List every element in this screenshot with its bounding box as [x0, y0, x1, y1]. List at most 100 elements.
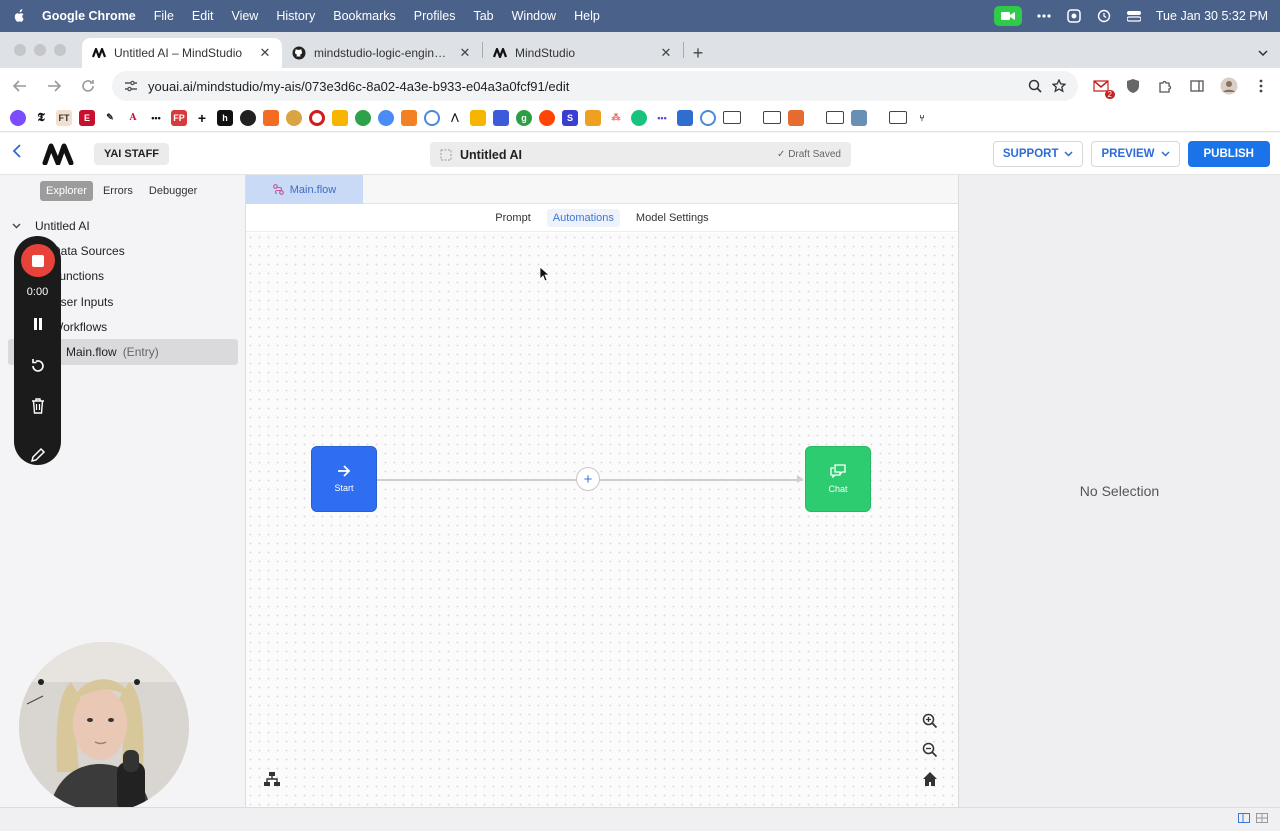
reddit-bookmark-icon[interactable]: [539, 109, 555, 126]
control-center-icon[interactable]: [1126, 8, 1142, 24]
url-text[interactable]: youai.ai/mindstudio/my-ais/073e3d6c-8a02…: [148, 79, 1018, 94]
menu-bar-clock[interactable]: Tue Jan 30 5:32 PM: [1156, 9, 1268, 23]
fire-bookmark-icon[interactable]: [788, 109, 804, 126]
reload-icon[interactable]: [78, 76, 98, 96]
tab-explorer[interactable]: Explorer: [40, 181, 93, 201]
menu-history[interactable]: History: [276, 9, 315, 23]
zoom-out-icon[interactable]: [921, 741, 939, 759]
grid-view-icon[interactable]: [1256, 813, 1268, 823]
github-bookmark-icon[interactable]: [240, 109, 256, 126]
tab-model-settings[interactable]: Model Settings: [630, 209, 715, 227]
mindstudio-logo[interactable]: [42, 143, 78, 165]
ft-bookmark-icon[interactable]: FT: [56, 109, 72, 126]
folder-icon[interactable]: [889, 111, 907, 124]
plus-bookmark-icon[interactable]: +: [194, 109, 210, 126]
sync-bookmark-icon[interactable]: [355, 109, 371, 126]
menu-bookmarks[interactable]: Bookmarks: [333, 9, 396, 23]
menu-window[interactable]: Window: [512, 9, 556, 23]
pencil-icon[interactable]: [28, 445, 48, 465]
zoom-icon[interactable]: [1028, 79, 1042, 93]
browser-tab-untitled-ai[interactable]: Untitled AI – MindStudio ✕: [82, 38, 282, 68]
menu-view[interactable]: View: [231, 9, 258, 23]
atlantic-bookmark-icon[interactable]: A: [125, 109, 141, 126]
preview-button[interactable]: PREVIEW: [1091, 141, 1180, 167]
image-bookmark-icon[interactable]: [851, 109, 867, 126]
economist-bookmark-icon[interactable]: E: [79, 109, 95, 126]
browser-tab-github[interactable]: mindstudio-logic-engines/en ✕: [282, 38, 482, 68]
more-dots-icon[interactable]: [1036, 8, 1052, 24]
side-panel-icon[interactable]: [1188, 77, 1206, 95]
opera-bookmark-icon[interactable]: [309, 109, 325, 126]
pause-icon[interactable]: [28, 314, 48, 334]
restart-icon[interactable]: [28, 356, 48, 376]
flow-canvas[interactable]: Start + Chat: [246, 233, 958, 807]
close-window-button[interactable]: [14, 44, 26, 56]
stack-bookmark-icon[interactable]: [401, 109, 417, 126]
publish-button[interactable]: PUBLISH: [1187, 141, 1270, 167]
home-icon[interactable]: [921, 770, 939, 788]
minimize-window-button[interactable]: [34, 44, 46, 56]
support-button[interactable]: SUPPORT: [992, 141, 1084, 167]
time-machine-icon[interactable]: [1096, 8, 1112, 24]
add-block-button[interactable]: +: [576, 467, 600, 491]
pin-bookmark-icon[interactable]: ✎: [102, 109, 118, 126]
new-tab-button[interactable]: +: [684, 38, 712, 68]
chevron-down-icon[interactable]: [12, 223, 21, 229]
zoom-in-icon[interactable]: [921, 712, 939, 730]
green-bookmark-icon[interactable]: [631, 109, 647, 126]
menu-help[interactable]: Help: [574, 9, 600, 23]
facetime-video-icon[interactable]: [993, 6, 1022, 26]
menu-tab[interactable]: Tab: [473, 9, 493, 23]
loop2-bookmark-icon[interactable]: [700, 109, 716, 126]
chevron-left-icon[interactable]: [12, 144, 30, 163]
close-tab-icon[interactable]: ✕: [659, 45, 673, 61]
zoom-window-button[interactable]: [54, 44, 66, 56]
circle-bookmark-icon[interactable]: [493, 109, 509, 126]
chair-bookmark-icon[interactable]: ⑂: [914, 109, 930, 126]
browser-tab-mindstudio[interactable]: MindStudio ✕: [483, 38, 683, 68]
menu-edit[interactable]: Edit: [192, 9, 214, 23]
hacker-bookmark-icon[interactable]: h: [217, 109, 233, 126]
layout-tree-icon[interactable]: [263, 770, 281, 788]
profile-avatar[interactable]: [1220, 77, 1238, 95]
bookmark-star-icon[interactable]: [1052, 79, 1066, 93]
chrome-menu-icon[interactable]: [1252, 77, 1270, 95]
ai-title[interactable]: Untitled AI: [460, 148, 769, 162]
close-tab-icon[interactable]: ✕: [458, 45, 472, 61]
app-name-menu[interactable]: Google Chrome: [42, 9, 136, 23]
s-bookmark-icon[interactable]: S: [562, 109, 578, 126]
stop-recording-button[interactable]: [20, 244, 55, 278]
screen-record-icon[interactable]: [1066, 8, 1082, 24]
tab-search-chevron-icon[interactable]: [1258, 38, 1268, 68]
g-bookmark-icon[interactable]: g: [516, 109, 532, 126]
chart-bookmark-icon[interactable]: [585, 109, 601, 126]
loop-bookmark-icon[interactable]: [424, 109, 440, 126]
box-bookmark-icon[interactable]: [263, 109, 279, 126]
split-view-icon[interactable]: [1238, 813, 1250, 823]
trash-icon[interactable]: [28, 396, 48, 416]
dots-bookmark-icon[interactable]: •••: [148, 109, 164, 126]
swift-bookmark-icon[interactable]: [470, 109, 486, 126]
globe-bookmark-icon[interactable]: [677, 109, 693, 126]
back-arrow-icon[interactable]: [10, 76, 30, 96]
ai-title-field[interactable]: Untitled AI ✓ Draft Saved: [430, 142, 851, 167]
asana-bookmark-icon[interactable]: ⁂: [608, 109, 624, 126]
tab-errors[interactable]: Errors: [97, 181, 139, 201]
tab-debugger[interactable]: Debugger: [143, 181, 203, 201]
folder-icon[interactable]: [763, 111, 781, 124]
start-node[interactable]: Start: [311, 446, 377, 512]
gmail-extension-icon[interactable]: 2: [1092, 77, 1115, 99]
burger-bookmark-icon[interactable]: [286, 109, 302, 126]
messenger-bookmark-icon[interactable]: [10, 109, 26, 126]
linear-bookmark-icon[interactable]: •••: [654, 109, 670, 126]
drive-bookmark-icon[interactable]: [332, 109, 348, 126]
chat-node[interactable]: Chat: [805, 446, 871, 512]
arch-bookmark-icon[interactable]: ⋀: [447, 109, 463, 126]
tab-automations[interactable]: Automations: [546, 208, 620, 227]
fp-bookmark-icon[interactable]: FP: [171, 109, 187, 126]
site-settings-icon[interactable]: [124, 80, 138, 92]
menu-file[interactable]: File: [154, 9, 174, 23]
apple-logo-icon[interactable]: [12, 9, 26, 23]
cloud-bookmark-icon[interactable]: [378, 109, 394, 126]
folder-icon[interactable]: [826, 111, 844, 124]
